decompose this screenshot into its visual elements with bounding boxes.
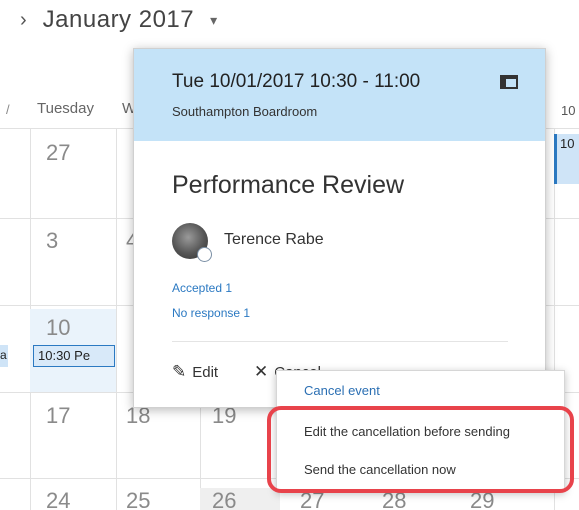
expand-icon[interactable] bbox=[500, 75, 518, 89]
avatar bbox=[172, 223, 212, 262]
accepted-link[interactable]: Accepted 1 bbox=[172, 281, 232, 295]
month-header: › January 2017 ▾ bbox=[20, 2, 217, 38]
day-number[interactable]: 10 bbox=[46, 315, 70, 341]
no-response-link[interactable]: No response 1 bbox=[172, 306, 250, 320]
day-number[interactable]: 3 bbox=[46, 228, 58, 254]
event-popup: Tue 10/01/2017 10:30 - 11:00 Southampton… bbox=[133, 48, 546, 408]
menu-item-cancel-event[interactable]: Cancel event bbox=[304, 383, 380, 398]
popup-header: Tue 10/01/2017 10:30 - 11:00 Southampton… bbox=[134, 49, 545, 141]
pencil-icon: ✎ bbox=[172, 362, 187, 381]
highlight-annotation bbox=[267, 406, 574, 493]
month-title[interactable]: January 2017 bbox=[43, 6, 194, 34]
edit-button[interactable]: ✎ Edit bbox=[172, 362, 218, 382]
day-header-tuesday: Tuesday bbox=[37, 100, 94, 117]
divider bbox=[172, 341, 508, 342]
attendee-name[interactable]: Terence Rabe bbox=[224, 231, 324, 249]
event-time: Tue 10/01/2017 10:30 - 11:00 bbox=[172, 71, 421, 92]
day-number[interactable]: 17 bbox=[46, 403, 70, 429]
grid-line bbox=[116, 128, 117, 510]
day-number[interactable]: 27 bbox=[46, 140, 70, 166]
day-number[interactable]: 24 bbox=[46, 488, 70, 510]
event-location: Southampton Boardroom bbox=[172, 104, 318, 119]
day-number[interactable]: 26 bbox=[212, 488, 236, 510]
close-icon: ✕ bbox=[254, 362, 269, 381]
edit-label: Edit bbox=[192, 363, 219, 381]
presence-status-icon bbox=[197, 247, 212, 262]
caret-down-icon[interactable]: ▾ bbox=[210, 12, 217, 29]
chevron-right-icon[interactable]: › bbox=[20, 9, 27, 32]
event-chip[interactable]: 10:30 Pe bbox=[33, 345, 115, 367]
right-event-chip[interactable]: 10 bbox=[554, 134, 579, 184]
event-title: Performance Review bbox=[172, 171, 405, 199]
event-chip-fragment[interactable]: a bbox=[0, 348, 7, 362]
day-header-right: 10 bbox=[561, 103, 576, 118]
day-header-separator: / bbox=[6, 102, 10, 117]
day-number[interactable]: 25 bbox=[126, 488, 150, 510]
